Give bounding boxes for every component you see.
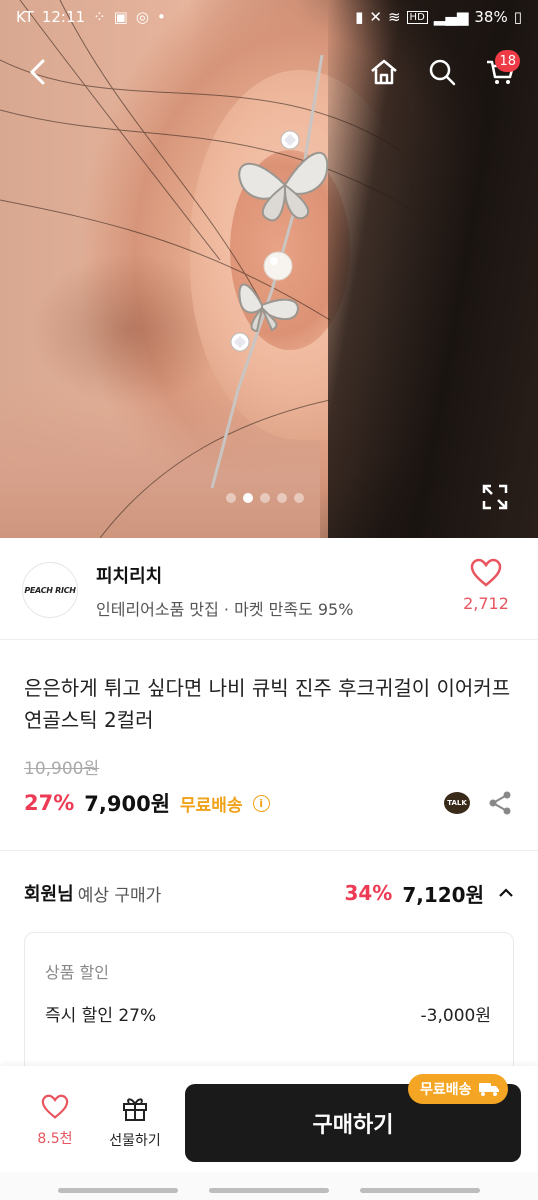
instant-discount-label: 즉시 할인 27%	[45, 1006, 157, 1026]
original-price: 10,900원	[24, 759, 100, 779]
heart-icon	[41, 1094, 69, 1119]
heart-icon	[470, 558, 502, 587]
sale-price: 7,900원	[84, 792, 171, 816]
member-label: 회원님	[24, 884, 74, 905]
battery-saver-icon: ▮	[355, 8, 364, 26]
home-button[interactable]	[362, 48, 406, 96]
mute-icon: ✕	[369, 8, 382, 26]
product-image[interactable]: KT 12:11 ⁘ ▣ ◎ • ▮ ✕ ≋ HD ▂▄▆ 38% ▯ 18	[0, 0, 538, 538]
seller-name[interactable]: 피치리치	[96, 562, 162, 588]
system-nav-home[interactable]	[209, 1188, 329, 1193]
free-shipping-label: 무료배송	[180, 795, 243, 816]
like-count: 8.5천	[37, 1131, 73, 1147]
gallery-dot-active[interactable]	[243, 493, 253, 503]
truck-icon	[478, 1083, 499, 1096]
instagram-icon: ◎	[135, 8, 149, 26]
back-button[interactable]	[16, 48, 60, 96]
gallery-dot[interactable]	[226, 493, 236, 503]
talk-chat-icon[interactable]: TALK	[444, 792, 470, 814]
dots-icon: ⁘	[93, 8, 106, 26]
member-discount-rate: 34%	[344, 881, 393, 905]
member-price-toggle[interactable]: 회원님 예상 구매가 34% 7,120원	[24, 876, 514, 910]
seller-logo[interactable]: PEACH RICH	[22, 562, 78, 618]
gift-button[interactable]: 선물하기	[100, 1094, 170, 1150]
system-nav-back[interactable]	[360, 1188, 480, 1193]
chevron-up-icon	[499, 888, 513, 897]
seller-subtitle: 인테리어소품 맛집 · 마켓 만족도 95%	[96, 600, 354, 619]
product-title: 은은하게 튀고 싶다면 나비 큐빅 진주 후크귀걸이 이어커프 연골스틱 2컬러	[24, 676, 511, 732]
free-shipping-badge-label: 무료배송	[420, 1082, 472, 1098]
gift-label: 선물하기	[109, 1133, 161, 1149]
price-row: 27% 7,900원 무료배송 i TALK	[24, 786, 514, 820]
gallery-dot[interactable]	[260, 493, 270, 503]
search-button[interactable]	[420, 48, 464, 96]
battery-icon: ▯	[513, 8, 522, 26]
seller-section[interactable]: PEACH RICH 피치리치 인테리어소품 맛집 · 마켓 만족도 95% 2…	[0, 538, 538, 640]
discount-box-header: 상품 할인	[45, 963, 109, 982]
free-shipping-badge: 무료배송	[408, 1074, 508, 1104]
bottom-action-bar: 8.5천 선물하기 구매하기 무료배송	[0, 1066, 538, 1172]
gallery-pagination	[226, 493, 304, 503]
cart-count-badge: 18	[495, 50, 520, 72]
hd-icon: HD	[406, 10, 428, 24]
instant-discount-amount: -3,000원	[420, 1006, 491, 1026]
instant-discount-row: 즉시 할인 27% -3,000원	[45, 1001, 491, 1026]
top-navigation: 18	[0, 48, 538, 96]
seller-like-count: 2,712	[463, 594, 509, 613]
gallery-dot[interactable]	[294, 493, 304, 503]
signal-icon: ▂▄▆	[433, 8, 469, 26]
cart-button[interactable]: 18	[478, 48, 522, 96]
system-nav-recent[interactable]	[58, 1188, 178, 1193]
like-button[interactable]: 8.5천	[20, 1094, 90, 1148]
discount-rate: 27%	[24, 791, 75, 815]
wifi-icon: ≋	[387, 8, 401, 26]
clock: 12:11	[41, 8, 86, 26]
notification-dot-icon: •	[156, 8, 166, 26]
system-navigation-bar	[0, 1172, 538, 1200]
member-price-label: 예상 구매가	[77, 885, 162, 906]
section-divider	[0, 850, 538, 851]
info-icon[interactable]: i	[252, 794, 270, 812]
search-icon	[429, 59, 456, 86]
gallery-icon: ▣	[113, 8, 128, 26]
carrier-label: KT	[16, 8, 34, 26]
seller-like-button[interactable]: 2,712	[456, 558, 516, 613]
status-bar: KT 12:11 ⁘ ▣ ◎ • ▮ ✕ ≋ HD ▂▄▆ 38% ▯	[0, 0, 538, 34]
fullscreen-button[interactable]	[480, 482, 510, 512]
gallery-dot[interactable]	[277, 493, 287, 503]
share-icon[interactable]	[486, 789, 514, 817]
expand-icon	[482, 484, 508, 510]
battery-percent: 38%	[474, 8, 508, 26]
chevron-left-icon	[29, 59, 45, 85]
home-icon	[371, 59, 397, 85]
gift-icon	[123, 1098, 147, 1121]
member-price: 7,120원	[402, 882, 484, 907]
